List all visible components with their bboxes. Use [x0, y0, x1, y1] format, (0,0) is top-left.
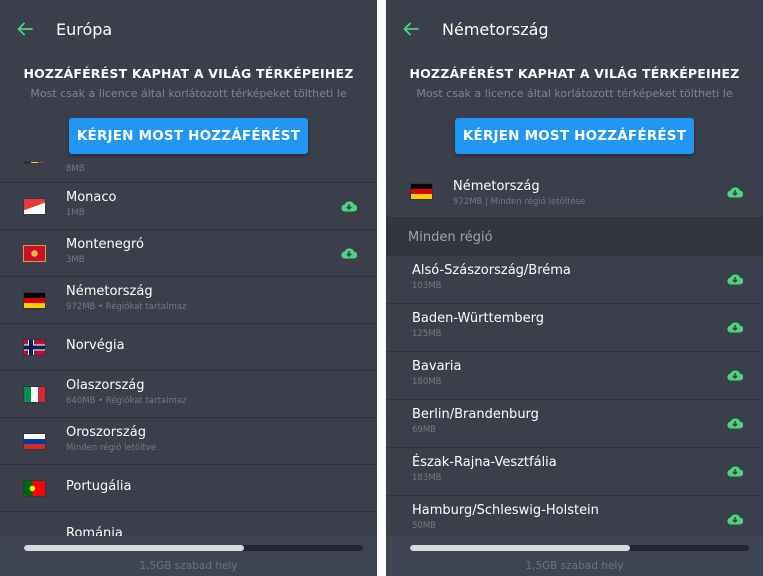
list-item-meta: 3MB: [66, 255, 85, 265]
cloud-download-icon[interactable]: [727, 320, 743, 334]
back-arrow-icon[interactable]: [14, 18, 36, 40]
back-arrow-icon[interactable]: [400, 18, 422, 40]
list-item-meta: 8MB: [66, 164, 85, 174]
montenegro-flag-icon: [24, 245, 45, 261]
list-item-meta: 640MB • Régiókat tartalmaz: [66, 396, 187, 406]
list-item-region[interactable]: Bavaria 180MB: [386, 352, 763, 400]
list-item-name: Olaszország: [66, 378, 145, 393]
app-bar: Európa: [0, 0, 377, 58]
list-item-name: Monaco: [66, 190, 117, 205]
list-item-meta: 180MB: [412, 377, 442, 387]
section-header: Minden régió: [386, 218, 763, 256]
list-item-meta: 103MB: [412, 281, 442, 291]
list-item-meta: 183MB: [412, 473, 442, 483]
russia-flag-icon: [24, 433, 45, 449]
storage-bar: [410, 545, 749, 551]
access-promo: HOZZÁFÉRÉST KAPHAT A VILÁG TÉRKÉPEIHEZ M…: [386, 58, 763, 166]
storage-free-text: 1,5GB szabad hely: [139, 560, 238, 572]
access-promo: HOZZÁFÉRÉST KAPHAT A VILÁG TÉRKÉPEIHEZ M…: [0, 58, 377, 166]
cloud-download-icon[interactable]: [341, 246, 357, 260]
cloud-download-icon[interactable]: [727, 368, 743, 382]
germany-flag-icon: [24, 292, 45, 308]
list-item-name: Portugália: [66, 479, 132, 494]
list-item-portugal[interactable]: Portugália: [0, 465, 377, 512]
list-item-region[interactable]: Hamburg/Schleswig-Holstein 50MB: [386, 496, 763, 536]
app-bar: Németország: [386, 0, 763, 58]
cloud-download-icon[interactable]: [727, 272, 743, 286]
list-item-name: Berlin/Brandenburg: [412, 407, 539, 422]
storage-bar: [24, 545, 363, 551]
list-item-region[interactable]: Baden-Württemberg 125MB: [386, 304, 763, 352]
monaco-flag-icon: [24, 198, 45, 214]
list-item-name: Németország: [453, 179, 540, 194]
list-item-name: Baden-Württemberg: [412, 311, 544, 326]
country-list: 8MB Monaco 1MB Montenegró 3MB Németorszá…: [0, 162, 377, 536]
list-item-name: Montenegró: [66, 237, 145, 252]
cloud-download-icon[interactable]: [727, 416, 743, 430]
list-item[interactable]: 8MB: [0, 162, 377, 183]
list-item-meta: 972MB • Régiókat tartalmaz: [66, 302, 187, 312]
list-item-name: Románia: [66, 526, 123, 536]
country-download-row[interactable]: Németország 972MB | Minden régió letölté…: [386, 162, 763, 218]
storage-footer: 1,5GB szabad hely: [0, 536, 377, 576]
europe-panel: Európa HOZZÁFÉRÉST KAPHAT A VILÁG TÉRKÉP…: [0, 0, 377, 576]
cloud-download-icon[interactable]: [727, 512, 743, 526]
storage-used-fill: [410, 545, 631, 551]
list-item-name: Norvégia: [66, 338, 125, 353]
portugal-flag-icon: [24, 480, 45, 496]
list-item-italy[interactable]: Olaszország 640MB • Régiókat tartalmaz: [0, 371, 377, 418]
list-item-germany[interactable]: Németország 972MB • Régiókat tartalmaz: [0, 277, 377, 324]
list-item-meta: 50MB: [412, 521, 436, 531]
list-item-meta: 125MB: [412, 329, 442, 339]
list-item-meta: 1MB: [66, 208, 85, 218]
list-item-name: Bavaria: [412, 359, 462, 374]
list-item-norway[interactable]: Norvégia: [0, 324, 377, 371]
list-item-monaco[interactable]: Monaco 1MB: [0, 183, 377, 230]
promo-title: HOZZÁFÉRÉST KAPHAT A VILÁG TÉRKÉPEIHEZ: [409, 66, 740, 81]
list-item-region[interactable]: Berlin/Brandenburg 69MB: [386, 400, 763, 448]
page-title: Németország: [442, 19, 549, 39]
promo-subtitle: Most csak a licence által korlátozott té…: [30, 87, 347, 100]
list-item-region[interactable]: Alsó-Szászország/Bréma 103MB: [386, 256, 763, 304]
norway-flag-icon: [24, 339, 45, 355]
request-access-button[interactable]: KÉRJEN MOST HOZZÁFÉRÉST: [454, 118, 695, 154]
cloud-download-icon[interactable]: [341, 199, 357, 213]
page-title: Európa: [56, 19, 113, 39]
storage-free-text: 1,5GB szabad hely: [525, 560, 624, 572]
list-item-name: Alsó-Szászország/Bréma: [412, 263, 571, 278]
cloud-download-icon[interactable]: [727, 464, 743, 478]
list-item-russia[interactable]: Oroszország Minden régió letöltve: [0, 418, 377, 465]
request-access-button[interactable]: KÉRJEN MOST HOZZÁFÉRÉST: [68, 118, 309, 154]
region-list: Németország 972MB | Minden régió letölté…: [386, 162, 763, 536]
storage-used-fill: [24, 545, 245, 551]
list-item-name: Észak-Rajna-Vesztfália: [412, 455, 557, 470]
list-item-name: Hamburg/Schleswig-Holstein: [412, 503, 599, 518]
list-item-meta: 69MB: [412, 425, 436, 435]
promo-subtitle: Most csak a licence által korlátozott té…: [416, 87, 733, 100]
list-item-romania[interactable]: Románia: [0, 512, 377, 536]
germany-flag-icon: [411, 184, 432, 199]
cloud-download-icon[interactable]: [727, 185, 743, 199]
list-item-meta: 972MB | Minden régió letöltése: [453, 197, 586, 207]
belgium-flag-icon: [24, 162, 45, 163]
list-item-region[interactable]: Észak-Rajna-Vesztfália 183MB: [386, 448, 763, 496]
storage-footer: 1,5GB szabad hely: [386, 536, 763, 576]
list-item-name: Németország: [66, 284, 153, 299]
list-item-montenegro[interactable]: Montenegró 3MB: [0, 230, 377, 277]
germany-panel: Németország HOZZÁFÉRÉST KAPHAT A VILÁG T…: [386, 0, 763, 576]
italy-flag-icon: [24, 386, 45, 402]
list-item-name: Oroszország: [66, 425, 146, 440]
promo-title: HOZZÁFÉRÉST KAPHAT A VILÁG TÉRKÉPEIHEZ: [23, 66, 354, 81]
list-item-meta: Minden régió letöltve: [66, 443, 157, 453]
